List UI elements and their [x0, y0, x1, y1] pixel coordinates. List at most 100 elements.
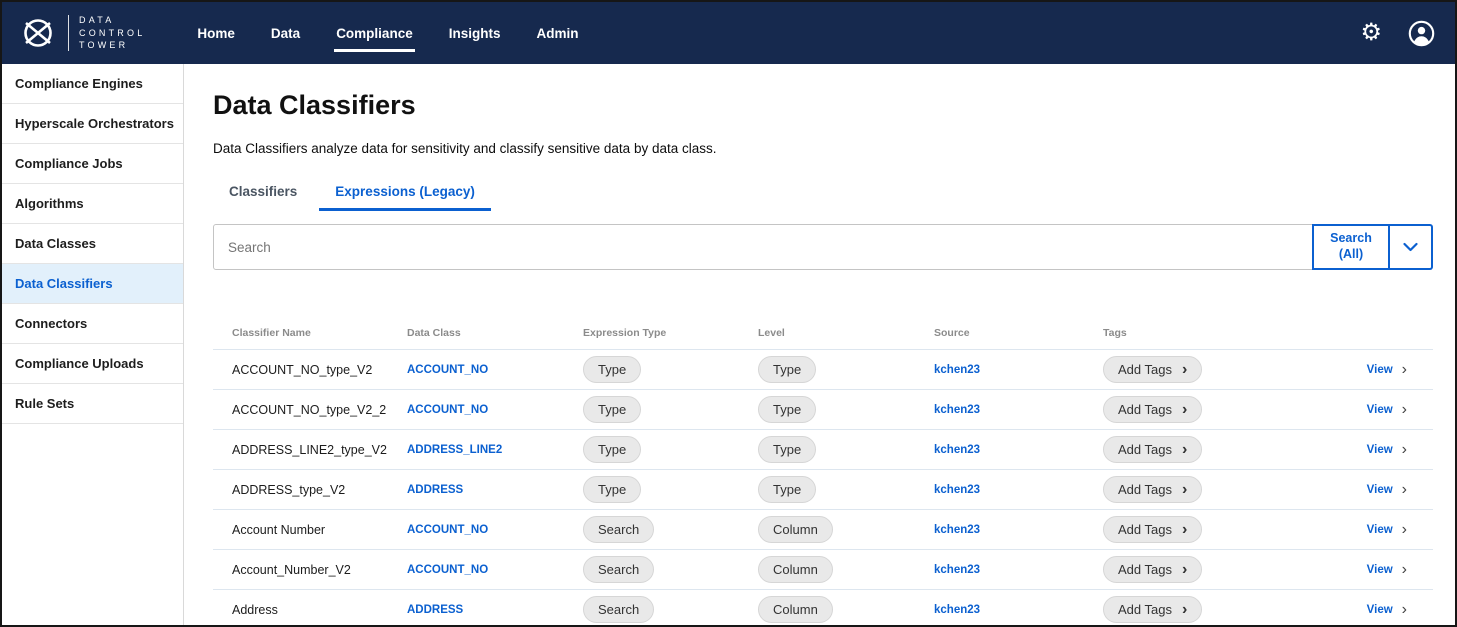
- top-nav: Home Data Compliance Insights Admin: [197, 2, 578, 64]
- chevron-right-icon: ›: [1182, 362, 1187, 378]
- data-class-link[interactable]: ACCOUNT_NO: [407, 364, 583, 376]
- expression-type-badge: Type: [583, 396, 641, 423]
- sidebar-item[interactable]: Connectors: [2, 304, 183, 344]
- add-tags-button[interactable]: Add Tags ›: [1103, 516, 1202, 543]
- add-tags-label: Add Tags: [1118, 442, 1172, 457]
- nav-item-label: Insights: [449, 26, 501, 41]
- sidebar-item[interactable]: Compliance Engines: [2, 64, 183, 104]
- chevron-right-icon: ›: [1182, 562, 1187, 578]
- chevron-right-icon: ›: [1182, 442, 1187, 458]
- level-badge: Column: [758, 516, 833, 543]
- source-link[interactable]: kchen23: [934, 444, 1103, 456]
- view-button[interactable]: View ›: [1313, 602, 1433, 618]
- view-button[interactable]: View ›: [1313, 562, 1433, 578]
- nav-item-label: Compliance: [336, 26, 413, 41]
- nav-item[interactable]: Admin: [536, 20, 578, 47]
- nav-item[interactable]: Compliance: [336, 20, 413, 47]
- add-tags-button[interactable]: Add Tags ›: [1103, 436, 1202, 463]
- level-badge: Type: [758, 436, 816, 463]
- view-label: View: [1367, 564, 1393, 576]
- dct-logo-icon[interactable]: [16, 16, 60, 50]
- sidebar-item[interactable]: Hyperscale Orchestrators: [2, 104, 183, 144]
- sidebar-item-label: Compliance Uploads: [15, 356, 144, 371]
- chevron-right-icon: ›: [1182, 522, 1187, 538]
- brand: DATA CONTROL TOWER: [2, 14, 145, 52]
- nav-item-label: Data: [271, 26, 300, 41]
- search-all-button[interactable]: Search (All): [1312, 224, 1390, 270]
- sidebar-item[interactable]: Data Classifiers: [2, 264, 183, 304]
- column-header: Data Class: [407, 327, 583, 339]
- sidebar-item[interactable]: Rule Sets: [2, 384, 183, 424]
- source-link[interactable]: kchen23: [934, 364, 1103, 376]
- chevron-right-icon: ›: [1182, 482, 1187, 498]
- chevron-right-icon: ›: [1402, 482, 1407, 498]
- data-class-link[interactable]: ACCOUNT_NO: [407, 404, 583, 416]
- brand-line-2: CONTROL: [79, 27, 145, 40]
- table-row: ACCOUNT_NO_type_V2_2 ACCOUNT_NO Type Typ…: [213, 390, 1433, 430]
- view-button[interactable]: View ›: [1313, 362, 1433, 378]
- add-tags-button[interactable]: Add Tags ›: [1103, 396, 1202, 423]
- sidebar-item[interactable]: Compliance Jobs: [2, 144, 183, 184]
- sidebar-item[interactable]: Data Classes: [2, 224, 183, 264]
- tab-label: Expressions (Legacy): [335, 184, 475, 199]
- add-tags-button[interactable]: Add Tags ›: [1103, 596, 1202, 623]
- data-class-link[interactable]: ACCOUNT_NO: [407, 524, 583, 536]
- nav-item[interactable]: Home: [197, 20, 235, 47]
- tab[interactable]: Classifiers: [213, 176, 313, 211]
- source-link[interactable]: kchen23: [934, 484, 1103, 496]
- data-class-link[interactable]: ADDRESS_LINE2: [407, 444, 583, 456]
- data-class-link[interactable]: ACCOUNT_NO: [407, 564, 583, 576]
- expression-type-badge: Search: [583, 556, 654, 583]
- data-class-link[interactable]: ADDRESS: [407, 484, 583, 496]
- add-tags-label: Add Tags: [1118, 602, 1172, 617]
- add-tags-label: Add Tags: [1118, 362, 1172, 377]
- source-link[interactable]: kchen23: [934, 404, 1103, 416]
- level-badge: Column: [758, 596, 833, 623]
- nav-item[interactable]: Insights: [449, 20, 501, 47]
- source-link[interactable]: kchen23: [934, 524, 1103, 536]
- column-header: Classifier Name: [232, 327, 407, 339]
- add-tags-button[interactable]: Add Tags ›: [1103, 476, 1202, 503]
- expression-type-badge: Type: [583, 476, 641, 503]
- source-link[interactable]: kchen23: [934, 604, 1103, 616]
- level-badge: Column: [758, 556, 833, 583]
- search-bar: Search (All): [213, 224, 1433, 270]
- user-account-icon[interactable]: [1408, 20, 1435, 47]
- page-title: Data Classifiers: [213, 90, 1433, 121]
- settings-gear-icon[interactable]: ⚙: [1360, 21, 1382, 45]
- add-tags-label: Add Tags: [1118, 522, 1172, 537]
- main-content: Data Classifiers Data Classifiers analyz…: [184, 64, 1455, 625]
- sidebar-item[interactable]: Algorithms: [2, 184, 183, 224]
- classifier-name: ACCOUNT_NO_type_V2: [232, 363, 407, 377]
- classifier-name: Account_Number_V2: [232, 563, 407, 577]
- sidebar-item-label: Hyperscale Orchestrators: [15, 116, 174, 131]
- chevron-right-icon: ›: [1402, 522, 1407, 538]
- tab-label: Classifiers: [229, 184, 297, 199]
- chevron-down-icon: [1403, 240, 1418, 255]
- add-tags-button[interactable]: Add Tags ›: [1103, 356, 1202, 383]
- expression-type-badge: Type: [583, 436, 641, 463]
- sidebar-item-label: Compliance Jobs: [15, 156, 123, 171]
- search-input[interactable]: [213, 224, 1433, 270]
- view-button[interactable]: View ›: [1313, 482, 1433, 498]
- view-label: View: [1367, 444, 1393, 456]
- classifier-name: ADDRESS_type_V2: [232, 483, 407, 497]
- add-tags-button[interactable]: Add Tags ›: [1103, 556, 1202, 583]
- tab[interactable]: Expressions (Legacy): [319, 176, 491, 211]
- view-button[interactable]: View ›: [1313, 522, 1433, 538]
- brand-line-3: TOWER: [79, 39, 145, 52]
- classifier-name: ACCOUNT_NO_type_V2_2: [232, 403, 407, 417]
- source-link[interactable]: kchen23: [934, 564, 1103, 576]
- chevron-right-icon: ›: [1402, 442, 1407, 458]
- view-button[interactable]: View ›: [1313, 402, 1433, 418]
- classifiers-table: Classifier Name Data Class Expression Ty…: [213, 316, 1433, 625]
- view-label: View: [1367, 364, 1393, 376]
- nav-item[interactable]: Data: [271, 20, 300, 47]
- chevron-right-icon: ›: [1402, 402, 1407, 418]
- sidebar-item[interactable]: Compliance Uploads: [2, 344, 183, 384]
- view-button[interactable]: View ›: [1313, 442, 1433, 458]
- page-description: Data Classifiers analyze data for sensit…: [213, 141, 1433, 156]
- data-class-link[interactable]: ADDRESS: [407, 604, 583, 616]
- sidebar-item-label: Data Classifiers: [15, 276, 113, 291]
- search-options-dropdown-button[interactable]: [1390, 224, 1433, 270]
